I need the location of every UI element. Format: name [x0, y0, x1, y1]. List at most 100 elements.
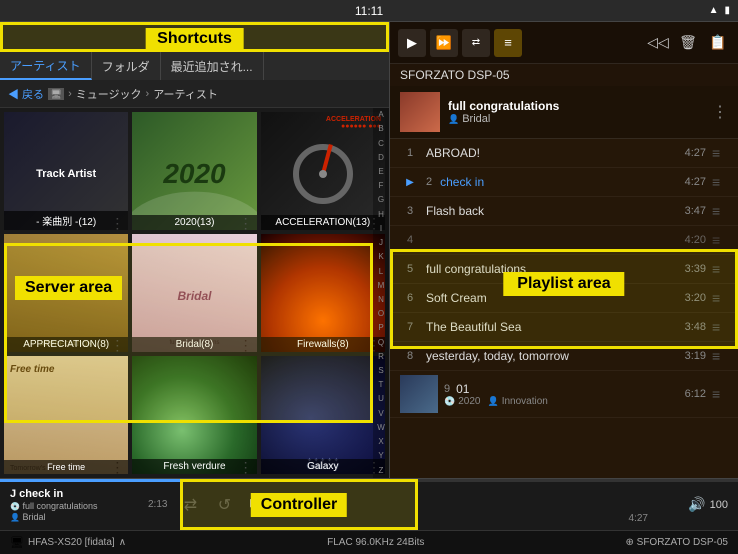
next-track-button[interactable]: ⏩	[430, 29, 458, 57]
album-label-fresh: Fresh verdure	[132, 459, 256, 474]
ctrl-person-icon: 👤	[10, 513, 20, 522]
track-menu-6[interactable]: ≡	[712, 290, 728, 306]
breadcrumb-artist[interactable]: アーティスト	[153, 86, 218, 102]
alpha-q[interactable]: Q	[378, 339, 384, 347]
status-device-label: HFAS-XS20 [fidata]	[28, 537, 115, 548]
album-card-firewalls[interactable]: ⋮ Firewalls(8)	[261, 234, 385, 352]
track-num-3: 3	[400, 205, 420, 217]
track-menu-1[interactable]: ≡	[712, 145, 728, 161]
album-card-bridal[interactable]: Bridal full congratulations ⋮ Bridal(8)	[132, 234, 256, 352]
alpha-b[interactable]: B	[378, 125, 383, 133]
ctrl-now-playing: J check in 💿 full congratulations 👤 Brid…	[10, 488, 140, 522]
album-card-freetime[interactable]: Free time Tomorrow's schedule ⋮ Free tim…	[4, 356, 128, 474]
alpha-g[interactable]: G	[378, 196, 384, 204]
main-container: Shortcuts アーティスト フォルダ 最近追加され... ◀ 戻る 🖥 ›…	[0, 22, 738, 478]
play-button[interactable]: ▶	[398, 29, 426, 57]
alpha-i[interactable]: I	[380, 225, 382, 233]
delete-icon-btn[interactable]: 🗑	[676, 31, 700, 55]
alpha-y[interactable]: Y	[378, 452, 383, 460]
shortcuts-annotation: Shortcuts	[0, 22, 389, 52]
track-menu-9[interactable]: ≡	[712, 386, 728, 402]
track-item-5[interactable]: 5 full congratulations 3:39 ≡	[390, 255, 738, 284]
alpha-w[interactable]: W	[377, 424, 385, 432]
ctrl-shuffle-btn[interactable]: ⇄	[175, 490, 205, 520]
ctrl-pause-btn[interactable]: ⏸	[277, 490, 307, 520]
track-item-9[interactable]: 9 01 💿 2020 👤 Innovation 6:12 ≡	[390, 371, 738, 418]
rewind-icon-btn[interactable]: ◁◁	[646, 31, 670, 55]
alpha-j[interactable]: J	[379, 239, 383, 247]
clipboard-icon-btn[interactable]: 📋	[706, 31, 730, 55]
track-num-4: 4	[400, 234, 420, 246]
tab-folder[interactable]: フォルダ	[92, 52, 161, 80]
alpha-p[interactable]: P	[378, 324, 383, 332]
alpha-k[interactable]: K	[378, 253, 383, 261]
track-title-2: check in	[440, 175, 665, 189]
shuffle-button[interactable]: ⇄	[462, 29, 490, 57]
track-item-4[interactable]: 4 4:20 ≡	[390, 226, 738, 255]
alpha-c[interactable]: C	[378, 140, 384, 148]
shortcuts-label: Shortcuts	[145, 28, 244, 50]
tab-recent[interactable]: 最近追加され...	[161, 52, 264, 80]
track-menu-7[interactable]: ≡	[712, 319, 728, 335]
album-card-2020[interactable]: 2020 ⋮ 2020(13)	[132, 112, 256, 230]
track-menu-5[interactable]: ≡	[712, 261, 728, 277]
alpha-x[interactable]: X	[378, 438, 383, 446]
alpha-f[interactable]: F	[379, 182, 384, 190]
alpha-s[interactable]: S	[378, 367, 383, 375]
track-dur-1: 4:27	[671, 147, 706, 159]
breadcrumb-music[interactable]: ミュージック	[76, 86, 142, 102]
album-label-firewalls: Firewalls(8)	[261, 337, 385, 352]
track-menu-3[interactable]: ≡	[712, 203, 728, 219]
menu-list-button[interactable]: ≡	[494, 29, 522, 57]
track-9-num-title: 9 01	[444, 382, 665, 396]
alpha-m[interactable]: M	[378, 282, 385, 290]
breadcrumb-back[interactable]: ◀ 戻る	[8, 86, 44, 102]
track-item-7[interactable]: 7 The Beautiful Sea 3:48 ≡	[390, 313, 738, 342]
ctrl-next-btn[interactable]: ⏭	[311, 490, 341, 520]
album-card-accel[interactable]: ACCELERATION●●●●●● ●●● ⋮ ACCELERATION(13…	[261, 112, 385, 230]
track-item-6[interactable]: 6 Soft Cream 3:20 ≡	[390, 284, 738, 313]
track-menu-2[interactable]: ≡	[712, 174, 728, 190]
alpha-o[interactable]: O	[378, 310, 384, 318]
track-item-1[interactable]: 1 ABROAD! 4:27 ≡	[390, 139, 738, 168]
album-label-galaxy: Galaxy	[261, 459, 385, 474]
alpha-e[interactable]: E	[378, 168, 383, 176]
now-playing-title: full congratulations	[448, 99, 704, 113]
alpha-u[interactable]: U	[378, 395, 384, 403]
album-card-track-artist[interactable]: Track Artist ⋮ - 楽曲別 -(12)	[4, 112, 128, 230]
ctrl-time-total: 4:27	[629, 513, 648, 524]
alpha-a[interactable]: A	[378, 111, 383, 119]
alpha-v[interactable]: V	[378, 410, 383, 418]
track-dur-6: 3:20	[671, 292, 706, 304]
ctrl-repeat-btn[interactable]: ↺	[209, 490, 239, 520]
track-menu-8[interactable]: ≡	[712, 348, 728, 364]
ctrl-track-name: J check in	[10, 488, 140, 500]
alpha-z[interactable]: Z	[379, 467, 384, 475]
ctrl-vol-value: 100	[710, 499, 728, 511]
alpha-n[interactable]: N	[378, 296, 384, 304]
status-expand-icon[interactable]: ∧	[119, 537, 126, 548]
top-bar: 11:11 ▲ ▮	[0, 0, 738, 22]
track-item-8[interactable]: 8 yesterday, today, tomorrow 3:19 ≡	[390, 342, 738, 371]
track-menu-4[interactable]: ≡	[712, 232, 728, 248]
tab-artist[interactable]: アーティスト	[0, 52, 92, 80]
track-item-3[interactable]: 3 Flash back 3:47 ≡	[390, 197, 738, 226]
alpha-t[interactable]: T	[379, 381, 384, 389]
now-playing-bar: full congratulations 👤 Bridal ⋮	[390, 86, 738, 139]
alpha-d[interactable]: D	[378, 154, 384, 162]
track-num-1: 1	[400, 147, 420, 159]
alpha-l[interactable]: L	[379, 268, 383, 276]
ctrl-prev-btn[interactable]: ⏮	[243, 490, 273, 520]
album-card-galaxy[interactable]: Galaxy ✦ ✦ ✦ ✦ ✦ ⋮ Galaxy	[261, 356, 385, 474]
alpha-r[interactable]: R	[378, 353, 384, 361]
wifi-icon: ▲	[709, 5, 719, 16]
album-card-appreciation[interactable]: APPRECIATION ⋮ APPRECIATION(8)	[4, 234, 128, 352]
alpha-h[interactable]: H	[378, 211, 384, 219]
track-item-2[interactable]: ▶ 2 check in 4:27 ≡	[390, 168, 738, 197]
track-title-8: yesterday, today, tomorrow	[426, 349, 665, 363]
track-artist-text: Track Artist	[32, 164, 100, 184]
now-playing-menu[interactable]: ⋮	[712, 102, 728, 122]
album-card-fresh[interactable]: ⋮ Fresh verdure	[132, 356, 256, 474]
left-panel: Shortcuts アーティスト フォルダ 最近追加され... ◀ 戻る 🖥 ›…	[0, 22, 390, 478]
progress-bar[interactable]	[0, 479, 738, 482]
